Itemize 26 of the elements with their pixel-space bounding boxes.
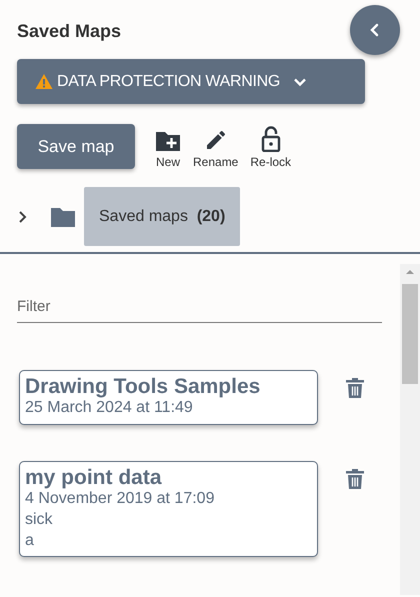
relock-button[interactable]: Re-lock bbox=[244, 124, 298, 169]
folder-icon bbox=[50, 206, 76, 228]
map-date: 4 November 2019 at 17:09 bbox=[25, 488, 216, 509]
chevron-right-icon[interactable] bbox=[18, 210, 28, 224]
new-folder-button[interactable]: New bbox=[149, 124, 187, 169]
collapse-button[interactable] bbox=[350, 5, 400, 55]
trash-icon bbox=[345, 468, 365, 490]
panel-title: Saved Maps bbox=[17, 20, 122, 42]
map-note: sick bbox=[25, 510, 54, 530]
map-card[interactable]: Drawing Tools Samples 25 March 2024 at 11:49 bbox=[19, 370, 318, 425]
folder-item[interactable]: Saved maps (20) bbox=[84, 187, 240, 246]
map-note: a bbox=[25, 530, 35, 551]
unlocked-padlock-icon bbox=[260, 126, 281, 152]
map-name: Drawing Tools Samples bbox=[25, 375, 262, 398]
warning-dropdown[interactable]: DATA PROTECTION WARNING bbox=[17, 59, 365, 104]
map-date: 25 March 2024 at 11:49 bbox=[25, 398, 194, 418]
folder-plus-icon bbox=[155, 130, 181, 152]
scrollbar-thumb[interactable] bbox=[402, 284, 418, 384]
scrollbar[interactable] bbox=[400, 264, 420, 595]
save-map-button[interactable]: Save map bbox=[17, 124, 135, 169]
rename-button[interactable]: Rename bbox=[187, 124, 244, 169]
trash-icon bbox=[345, 377, 365, 399]
warning-icon bbox=[35, 73, 53, 90]
map-name: my point data bbox=[25, 466, 163, 489]
map-card[interactable]: my point data 4 November 2019 at 17:09 sick a bbox=[19, 460, 318, 558]
filter-field[interactable]: Filter bbox=[17, 294, 382, 323]
